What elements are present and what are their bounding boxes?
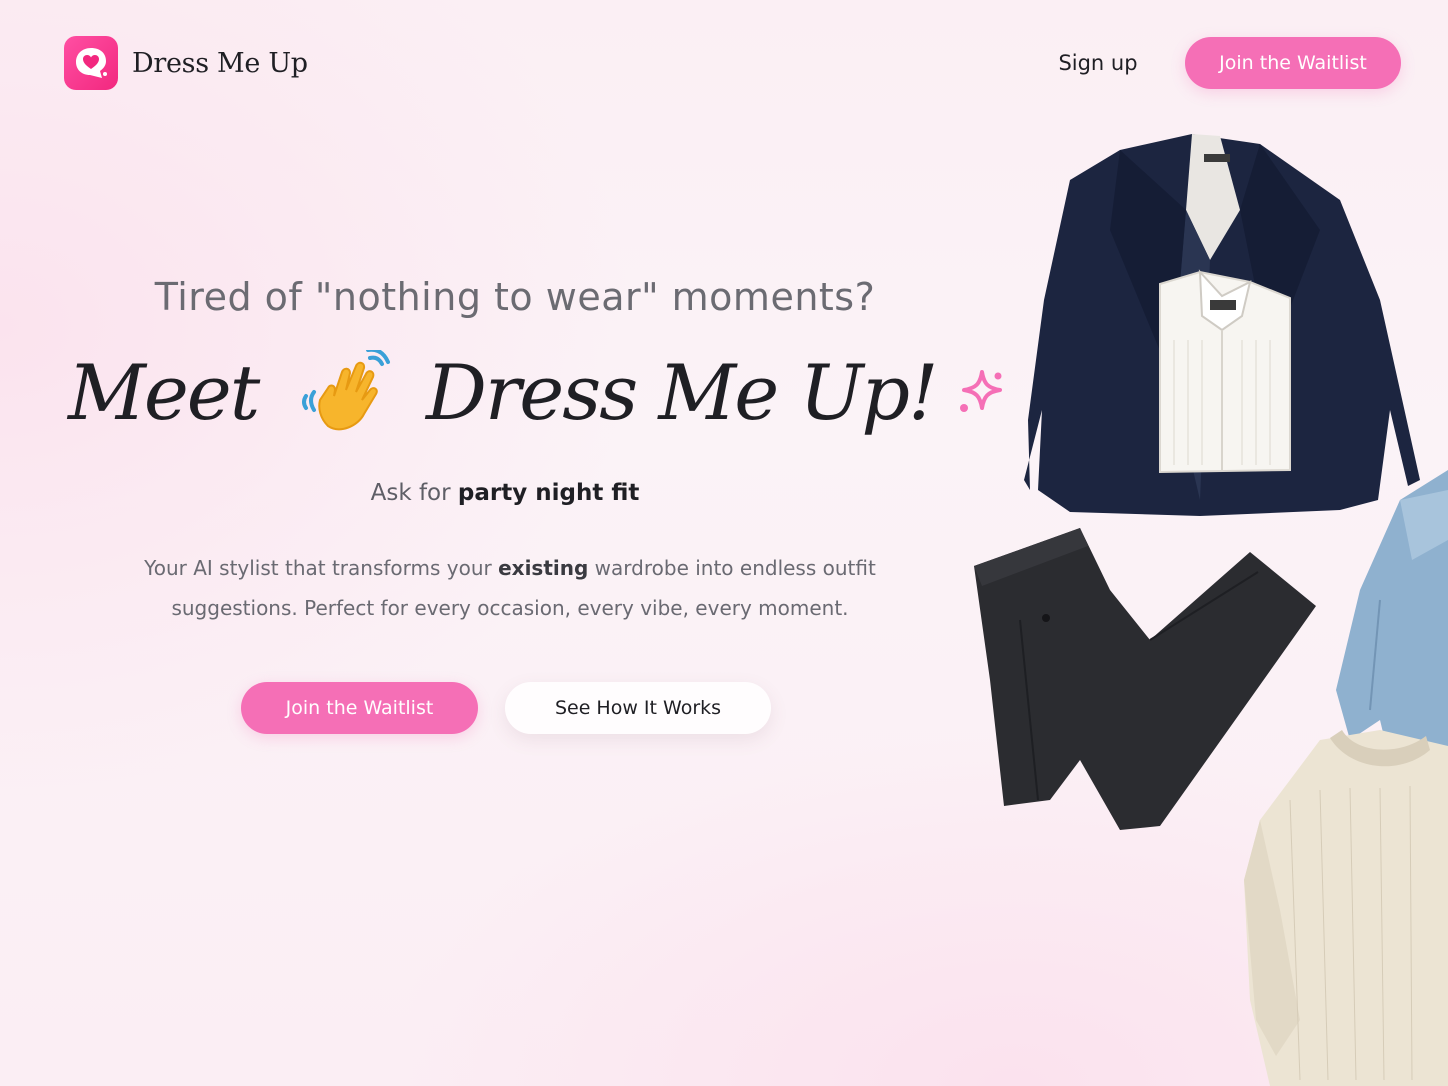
hero-eyebrow: Tired of "nothing to wear" moments? xyxy=(154,275,876,319)
hero-headline: Meet Dress Me Up! xyxy=(64,340,1024,450)
waving-hand-icon xyxy=(302,350,390,431)
ask-example: party night fit xyxy=(457,480,640,506)
signup-link[interactable]: Sign up xyxy=(1046,46,1150,80)
description-emphasis: existing xyxy=(498,556,589,580)
ask-prompt-line: Ask for party night fit xyxy=(300,480,710,506)
charcoal-trousers xyxy=(974,528,1316,830)
brand-logo[interactable]: Dress Me Up xyxy=(64,36,308,90)
brand-name: Dress Me Up xyxy=(132,47,308,79)
clothing-illustration xyxy=(960,120,1448,1086)
headline-meet: Meet xyxy=(68,348,260,437)
ask-prefix: Ask for xyxy=(370,480,451,506)
cream-sweater xyxy=(1244,730,1448,1086)
hero-description: Your AI stylist that transforms your exi… xyxy=(100,548,920,628)
description-part1: Your AI stylist that transforms your xyxy=(144,556,492,580)
header-join-waitlist-button[interactable]: Join the Waitlist xyxy=(1185,37,1401,89)
headline-brand: Dress Me Up! xyxy=(426,348,939,437)
white-shirt xyxy=(1159,269,1291,474)
see-how-it-works-button[interactable]: See How It Works xyxy=(505,682,771,734)
join-waitlist-button[interactable]: Join the Waitlist xyxy=(241,682,478,734)
heart-chat-icon xyxy=(64,36,118,90)
